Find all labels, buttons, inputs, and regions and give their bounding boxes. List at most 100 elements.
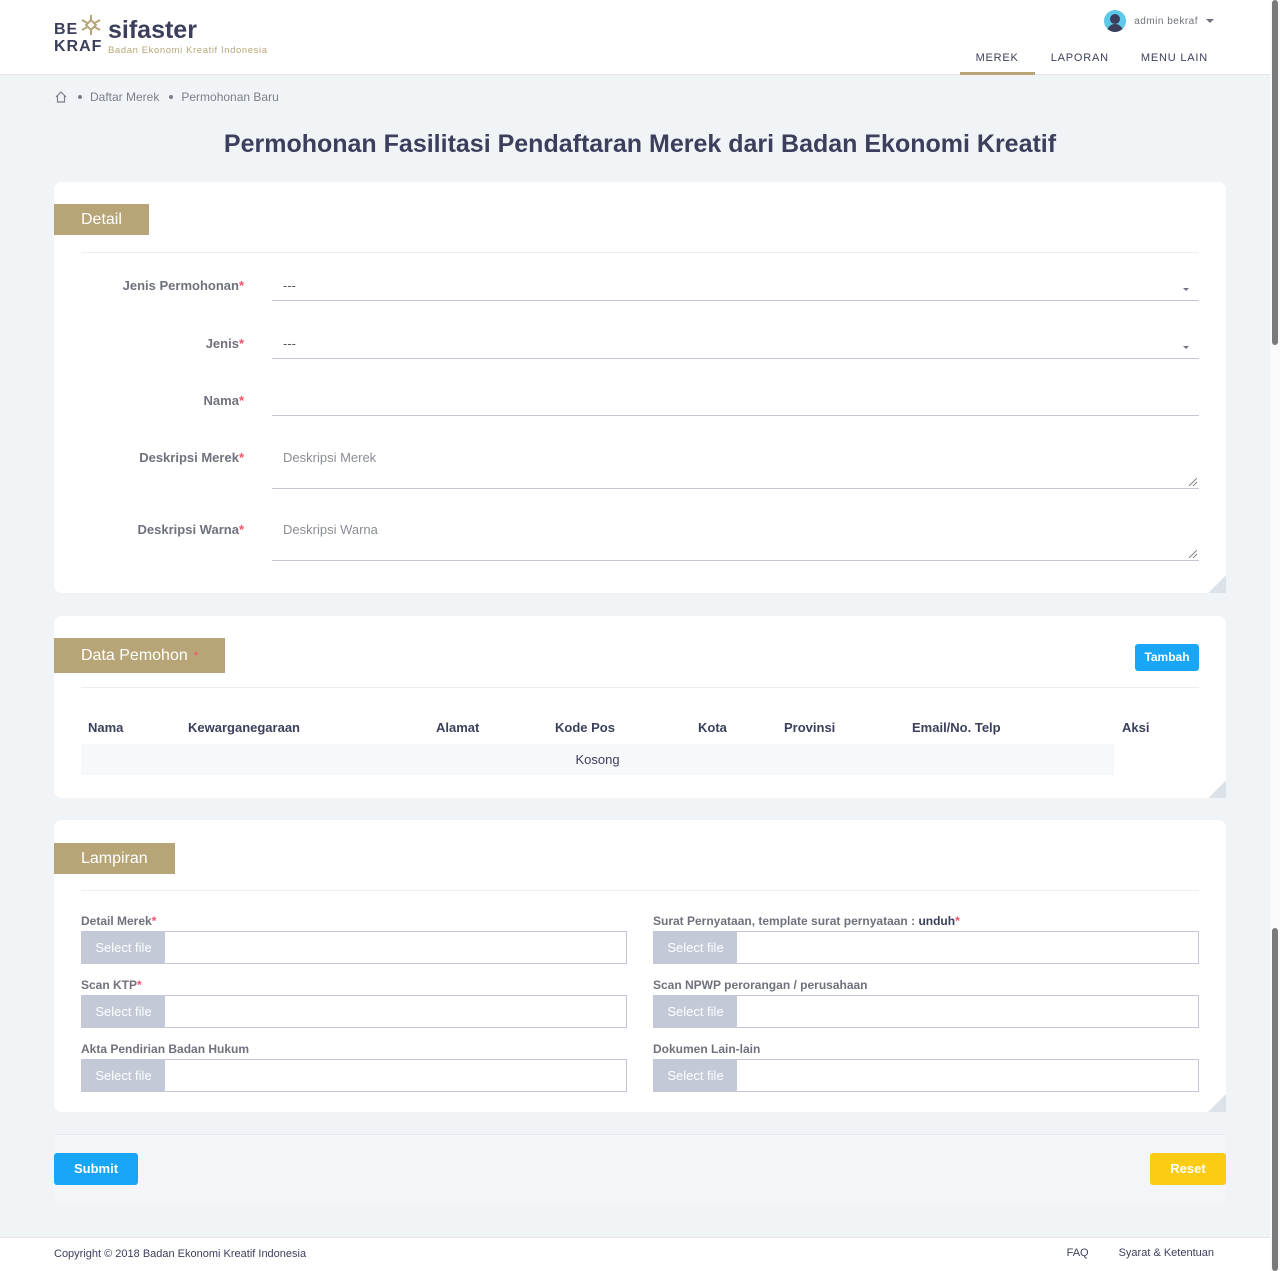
scan-npwp-upload: Scan NPWP perorangan / perusahaan Select… <box>653 978 1199 1028</box>
scan-ktp-file-input[interactable]: Select file <box>81 995 627 1028</box>
reset-button[interactable]: Reset <box>1150 1153 1226 1185</box>
akta-label: Akta Pendirian Badan Hukum <box>81 1042 250 1056</box>
column-header-email: Email/No. Telp <box>912 720 1001 735</box>
jenis-permohonan-value: --- <box>283 278 296 293</box>
jenis-value: --- <box>283 336 296 351</box>
detail-card: Detail Jenis Permohonan* --- Jenis* --- … <box>54 182 1226 593</box>
lampiran-card: Lampiran Detail Merek* Select file Surat… <box>54 820 1226 1112</box>
scrollbar[interactable] <box>1270 0 1280 1271</box>
tambah-button[interactable]: Tambah <box>1135 644 1199 671</box>
logo-star-icon <box>81 15 101 35</box>
breadcrumb-permohonan-baru[interactable]: Permohonan Baru <box>181 90 278 104</box>
footer: Copyright © 2018 Badan Ekonomi Kreatif I… <box>0 1237 1270 1271</box>
deskripsi-merek-textarea[interactable]: Deskripsi Merek <box>272 446 1199 489</box>
detail-merek-upload: Detail Merek* Select file <box>81 914 627 964</box>
data-pemohon-header: Data Pemohon * <box>54 638 226 673</box>
table-header: Nama Kewarganegaraan Alamat Kode Pos Kot… <box>81 720 1199 740</box>
divider <box>81 890 1199 891</box>
surat-pernyataan-upload: Surat Pernyataan, template surat pernyat… <box>653 914 1199 964</box>
column-header-kewarganegaraan: Kewarganegaraan <box>188 720 300 735</box>
bekraf-logo[interactable]: BE KRAF sifaster Badan Ekonomi Kreatif I… <box>54 14 294 58</box>
column-header-kota: Kota <box>698 720 727 735</box>
submit-button[interactable]: Submit <box>54 1153 138 1185</box>
column-header-aksi: Aksi <box>1122 720 1150 735</box>
jenis-permohonan-row: Jenis Permohonan* --- <box>54 276 1226 302</box>
select-file-button[interactable]: Select file <box>82 932 165 963</box>
nav-item-menu-lain[interactable]: MENU LAIN <box>1125 43 1224 75</box>
chevron-down-icon <box>1183 346 1189 349</box>
scan-ktp-upload: Scan KTP* Select file <box>81 978 627 1028</box>
breadcrumb-daftar-merek[interactable]: Daftar Merek <box>90 90 159 104</box>
lampiran-title: Lampiran <box>81 849 148 867</box>
select-file-button[interactable]: Select file <box>654 1060 737 1091</box>
jenis-row: Jenis* --- <box>54 334 1226 360</box>
card-corner-fold <box>1208 575 1226 593</box>
deskripsi-merek-row: Deskripsi Merek* Deskripsi Merek <box>54 446 1226 489</box>
divider <box>81 252 1199 253</box>
card-corner-fold <box>1208 1094 1226 1112</box>
footer-link-faq[interactable]: FAQ <box>1067 1247 1089 1259</box>
dokumen-lain-upload: Dokumen Lain-lain Select file <box>653 1042 1199 1092</box>
detail-merek-label: Detail Merek* <box>81 914 157 928</box>
deskripsi-warna-placeholder: Deskripsi Warna <box>283 522 378 537</box>
logo-tagline: Badan Ekonomi Kreatif Indonesia <box>108 45 268 56</box>
breadcrumb: Daftar Merek Permohonan Baru <box>54 89 289 105</box>
detail-card-title: Detail <box>81 210 122 228</box>
akta-upload: Akta Pendirian Badan Hukum Select file <box>81 1042 627 1092</box>
jenis-select[interactable]: --- <box>272 334 1199 359</box>
empty-table-row: Kosong <box>81 744 1114 775</box>
required-marker: * <box>193 648 199 663</box>
nav-item-merek[interactable]: MEREK <box>959 43 1035 75</box>
footer-link-syarat[interactable]: Syarat & Ketentuan <box>1119 1247 1214 1259</box>
dokumen-lain-file-input[interactable]: Select file <box>653 1059 1199 1092</box>
scrollbar-thumb[interactable] <box>1272 0 1278 345</box>
lampiran-header: Lampiran <box>54 843 175 874</box>
select-file-button[interactable]: Select file <box>82 1060 165 1091</box>
copyright-text: Copyright © 2018 Badan Ekonomi Kreatif I… <box>54 1248 307 1260</box>
surat-pernyataan-label: Surat Pernyataan, template surat pernyat… <box>653 914 960 928</box>
nama-input[interactable] <box>272 390 1199 416</box>
avatar <box>1104 10 1127 32</box>
home-icon[interactable] <box>54 90 68 104</box>
akta-file-input[interactable]: Select file <box>81 1059 627 1092</box>
column-header-alamat: Alamat <box>436 720 480 735</box>
surat-pernyataan-file-input[interactable]: Select file <box>653 931 1199 964</box>
deskripsi-warna-row: Deskripsi Warna* Deskripsi Warna <box>54 518 1226 561</box>
chevron-down-icon <box>1183 288 1189 291</box>
nav-item-laporan[interactable]: LAPORAN <box>1035 43 1125 75</box>
select-file-button[interactable]: Select file <box>654 996 737 1027</box>
jenis-label: Jenis* <box>205 336 244 351</box>
user-menu[interactable]: admin bekraf <box>1104 10 1214 32</box>
jenis-permohonan-label: Jenis Permohonan* <box>122 278 244 293</box>
nama-row: Nama* <box>54 390 1226 416</box>
main-nav: MEREK LAPORAN MENU LAIN <box>959 43 1224 75</box>
dokumen-lain-label: Dokumen Lain-lain <box>653 1042 761 1056</box>
select-file-button[interactable]: Select file <box>654 932 737 963</box>
deskripsi-warna-label: Deskripsi Warna* <box>137 522 244 537</box>
breadcrumb-separator <box>78 95 82 99</box>
chevron-down-icon <box>1206 19 1214 23</box>
scan-ktp-label: Scan KTP* <box>81 978 142 992</box>
jenis-permohonan-select[interactable]: --- <box>272 276 1199 301</box>
column-header-provinsi: Provinsi <box>784 720 836 735</box>
select-file-button[interactable]: Select file <box>82 996 165 1027</box>
footer-links: FAQ Syarat & Ketentuan <box>1067 1247 1214 1259</box>
deskripsi-warna-textarea[interactable]: Deskripsi Warna <box>272 518 1199 561</box>
scan-npwp-file-input[interactable]: Select file <box>653 995 1199 1028</box>
nama-label: Nama* <box>203 393 244 408</box>
unduh-link[interactable]: unduh <box>918 914 955 928</box>
column-header-nama: Nama <box>88 720 124 735</box>
top-header: BE KRAF sifaster Badan Ekonomi Kreatif I… <box>0 0 1270 75</box>
card-corner-fold <box>1208 780 1226 798</box>
detail-card-header: Detail <box>54 204 149 235</box>
resize-handle-icon[interactable] <box>1189 478 1197 486</box>
deskripsi-merek-placeholder: Deskripsi Merek <box>283 450 377 465</box>
breadcrumb-separator <box>169 95 174 99</box>
detail-merek-file-input[interactable]: Select file <box>81 931 627 964</box>
data-pemohon-card: Data Pemohon * Tambah Nama Kewarganegara… <box>54 616 1226 798</box>
page-title: Permohonan Fasilitasi Pendaftaran Merek … <box>223 130 1057 158</box>
logo-brand-text: sifaster <box>108 16 197 44</box>
divider <box>81 687 1199 688</box>
scrollbar-thumb[interactable] <box>1272 928 1278 1271</box>
resize-handle-icon[interactable] <box>1189 550 1197 558</box>
